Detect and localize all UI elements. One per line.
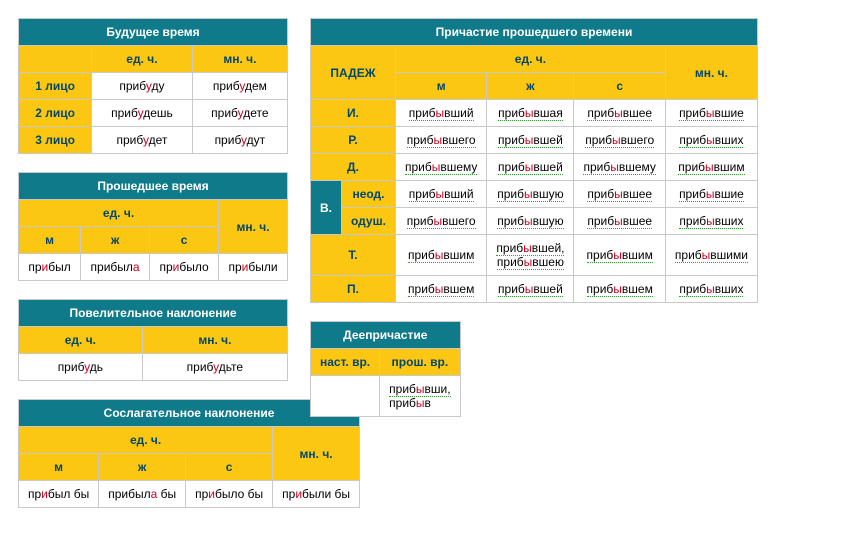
subjunctive-table: Сослагательное наклонение ед. ч.мн. ч. м… [18,399,360,508]
participle-table: Причастие прошедшего времени ПАДЕЖ ед. ч… [310,18,758,303]
future-tense-table: Будущее время ед. ч.мн. ч. 1 лицоприбуду… [18,18,288,154]
imperative-table: Повелительное наклонение ед. ч.мн. ч. пр… [18,299,288,381]
cell: прибуду [92,73,192,99]
future-title: Будущее время [19,19,287,45]
gerund-table: Деепричастие наст. вр.прош. вр. прибывши… [310,321,461,417]
past-tense-table: Прошедшее время ед. ч.мн. ч. мжс прибыл … [18,172,288,281]
